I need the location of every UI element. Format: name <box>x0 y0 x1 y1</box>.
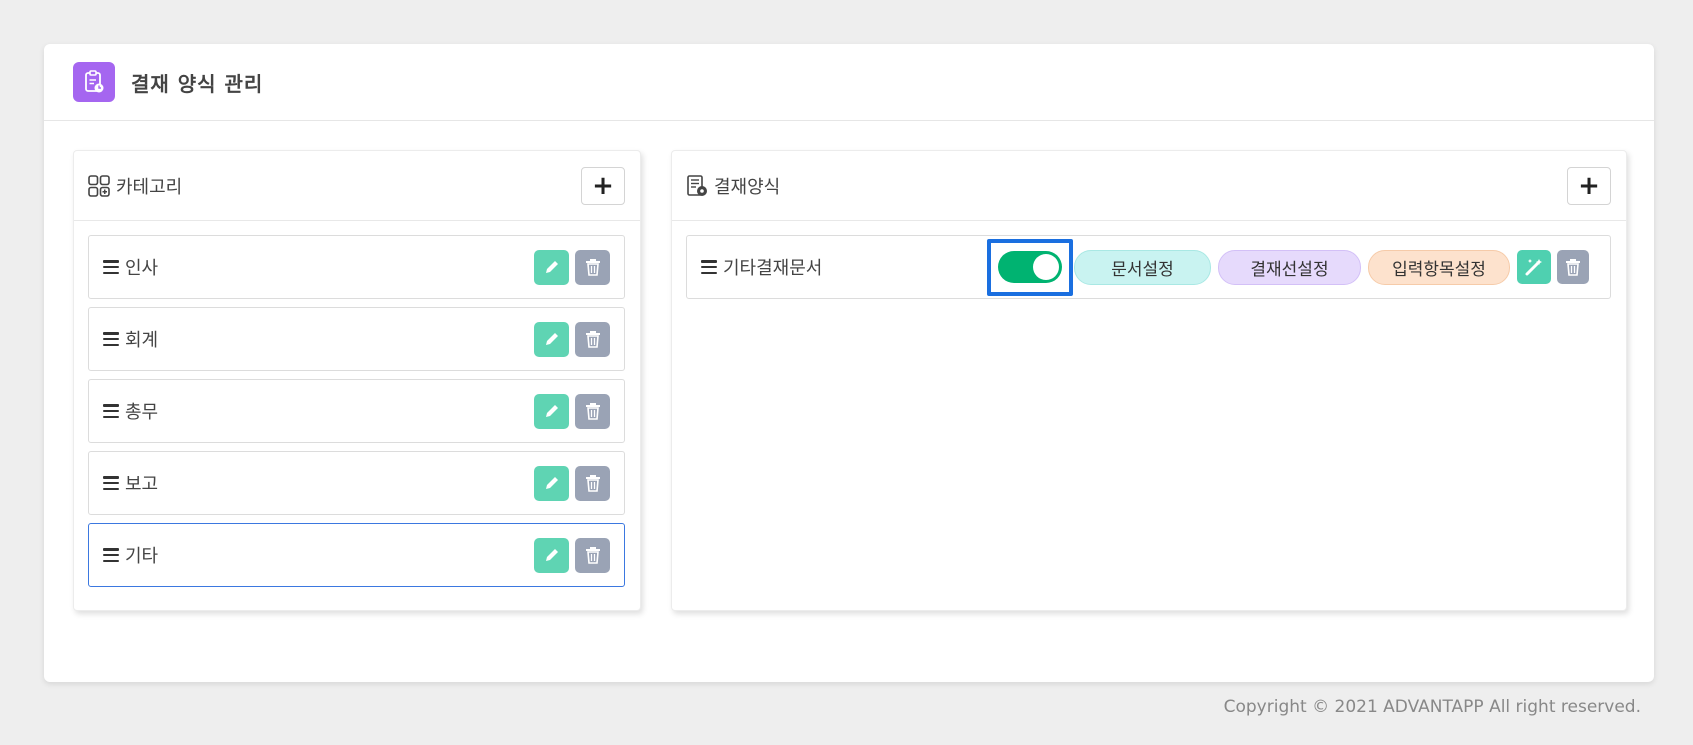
drag-handle-icon[interactable] <box>701 260 717 274</box>
category-label: 회계 <box>125 330 159 351</box>
form-label: 기타결재문서 <box>723 258 823 279</box>
pencil-icon <box>545 477 558 489</box>
category-grid-icon <box>88 174 110 197</box>
toggle-knob <box>1033 254 1059 280</box>
category-row-bogo[interactable]: 보고 <box>88 451 625 515</box>
category-panel-header: 카테고리 + <box>74 151 640 221</box>
drag-handle-icon[interactable] <box>103 404 119 418</box>
drag-handle-icon[interactable] <box>103 476 119 490</box>
pencil-icon <box>545 405 558 417</box>
delete-button[interactable] <box>575 249 610 285</box>
category-panel-title: 카테고리 <box>88 173 182 199</box>
delete-button[interactable] <box>575 465 610 501</box>
approval-line-settings-button[interactable]: 결재선설정 <box>1218 249 1361 285</box>
delete-button[interactable] <box>575 321 610 357</box>
form-row[interactable]: 기타결재문서 문서설정 결재선설정 입력항목설정 <box>686 235 1611 299</box>
page-title: 결재 양식 관리 <box>131 71 264 96</box>
edit-button[interactable] <box>534 537 569 573</box>
pencil-icon <box>545 261 558 273</box>
trash-icon <box>585 259 600 276</box>
form-list: 기타결재문서 문서설정 결재선설정 입력항목설정 <box>672 221 1626 299</box>
edit-button[interactable] <box>534 321 569 357</box>
trash-icon <box>585 331 600 348</box>
category-label: 기타 <box>125 546 159 567</box>
pencil-icon <box>545 549 558 561</box>
add-form-button[interactable]: + <box>1567 166 1611 205</box>
page-header: 결재 양식 관리 <box>44 44 1654 121</box>
trash-icon <box>585 547 600 564</box>
delete-form-button[interactable] <box>1557 250 1589 284</box>
drag-handle-icon[interactable] <box>103 332 119 346</box>
edit-button[interactable] <box>534 465 569 501</box>
form-panel: 결재양식 + 기타결재문서 문서설정 결재선설정 입력항목설정 <box>671 150 1627 611</box>
category-row-insa[interactable]: 인사 <box>88 235 625 299</box>
magic-wand-icon <box>1525 259 1542 276</box>
category-row-hoegye[interactable]: 회계 <box>88 307 625 371</box>
category-label: 인사 <box>125 258 159 279</box>
trash-icon <box>585 475 600 492</box>
toggle-focus-outline <box>987 238 1073 296</box>
category-panel: 카테고리 + 인사 회계 총무 보고 기타 <box>73 150 641 611</box>
form-panel-title-text: 결재양식 <box>714 176 781 198</box>
edit-button[interactable] <box>534 393 569 429</box>
input-items-settings-button[interactable]: 입력항목설정 <box>1368 249 1510 285</box>
trash-icon <box>1566 259 1580 276</box>
add-category-button[interactable]: + <box>581 166 625 205</box>
footer-copyright: Copyright © 2021 ADVANTAPP All right res… <box>1223 697 1641 717</box>
magic-wand-button[interactable] <box>1517 250 1551 284</box>
document-settings-icon <box>687 174 707 196</box>
category-row-chongmu[interactable]: 총무 <box>88 379 625 443</box>
document-settings-button[interactable]: 문서설정 <box>1074 249 1211 285</box>
trash-icon <box>585 403 600 420</box>
enable-toggle[interactable] <box>998 251 1062 283</box>
main-card: 결재 양식 관리 카테고리 + 인사 회계 총무 보고 기타 결재양식 + 기타… <box>44 44 1654 682</box>
delete-button[interactable] <box>575 537 610 573</box>
category-label: 보고 <box>125 474 159 495</box>
drag-handle-icon[interactable] <box>103 260 119 274</box>
category-panel-title-text: 카테고리 <box>116 176 183 198</box>
form-panel-header: 결재양식 + <box>672 151 1626 221</box>
clipboard-icon <box>73 62 115 102</box>
pencil-icon <box>545 333 558 345</box>
category-label: 총무 <box>125 402 159 423</box>
form-panel-title: 결재양식 <box>686 173 780 199</box>
category-list: 인사 회계 총무 보고 기타 <box>74 221 640 587</box>
category-row-gita[interactable]: 기타 <box>88 523 625 587</box>
drag-handle-icon[interactable] <box>103 548 119 562</box>
edit-button[interactable] <box>534 249 569 285</box>
delete-button[interactable] <box>575 393 610 429</box>
